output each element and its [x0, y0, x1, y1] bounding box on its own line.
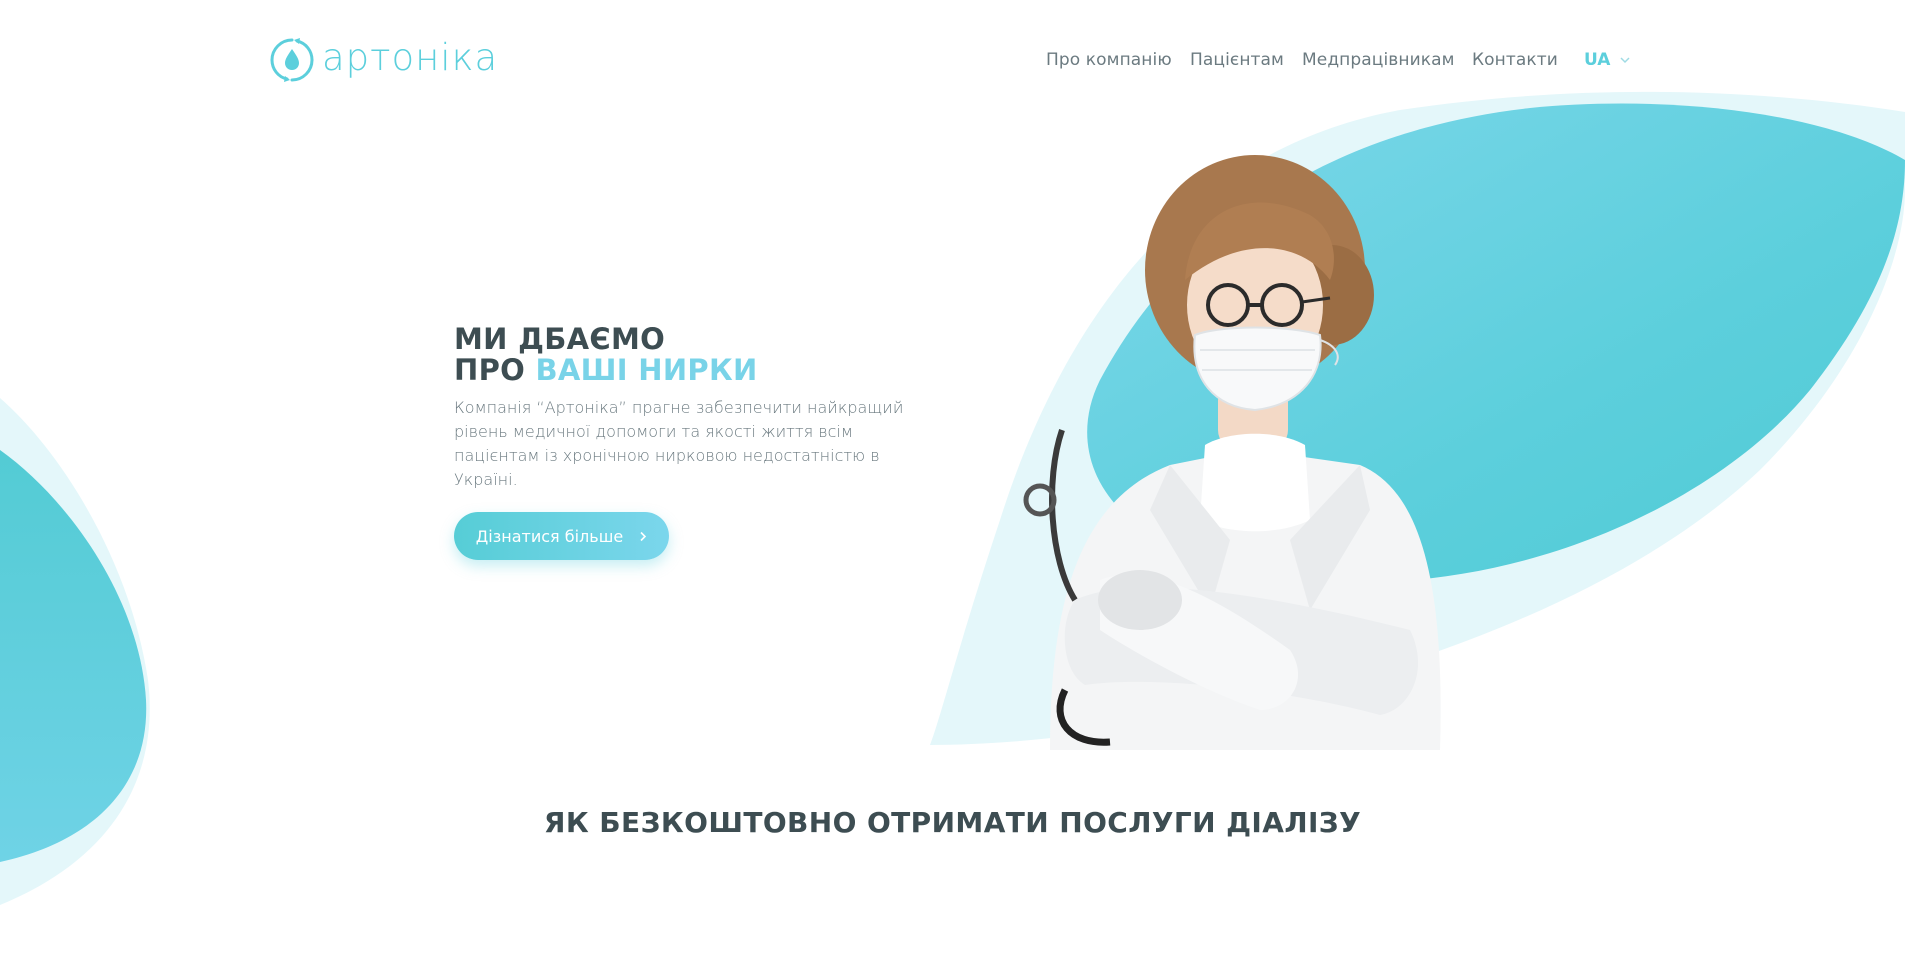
hero-title-line1: МИ ДБАЄМО — [454, 322, 666, 356]
section-title: ЯК БЕЗКОШТОВНО ОТРИМАТИ ПОСЛУГИ ДІАЛІЗУ — [543, 806, 1362, 839]
nav-item-about[interactable]: Про компанію — [1046, 50, 1172, 70]
learn-more-label: Дізнатися більше — [475, 526, 624, 546]
learn-more-button[interactable]: Дізнатися більше — [454, 512, 669, 560]
doctor-illustration — [1023, 155, 1441, 750]
chevron-right-icon — [640, 531, 647, 541]
nav-item-patients[interactable]: Пацієнтам — [1190, 50, 1284, 70]
hero-section: МИ ДБАЄМО ПРО ВАШІ НИРКИ Компанія “Артон… — [454, 324, 924, 560]
nav-item-contacts[interactable]: Контакти — [1472, 50, 1558, 70]
hero-title: МИ ДБАЄМО ПРО ВАШІ НИРКИ — [454, 324, 924, 386]
hero-title-line2-prefix: ПРО — [454, 353, 536, 387]
language-switcher[interactable]: UA — [1584, 50, 1630, 70]
chevron-down-icon — [1620, 57, 1630, 64]
hero-title-accent: ВАШІ НИРКИ — [535, 353, 758, 387]
landing-page: артоніка Про компанію Пацієнтам Медпраці… — [0, 0, 1905, 967]
nav-item-medical-staff[interactable]: Медпрацівникам — [1302, 50, 1455, 70]
language-current: UA — [1584, 50, 1611, 70]
site-header: артоніка Про компанію Пацієнтам Медпраці… — [0, 0, 1905, 120]
hero-description: Компанія “Артоніка” прагне забезпечити н… — [454, 398, 904, 489]
